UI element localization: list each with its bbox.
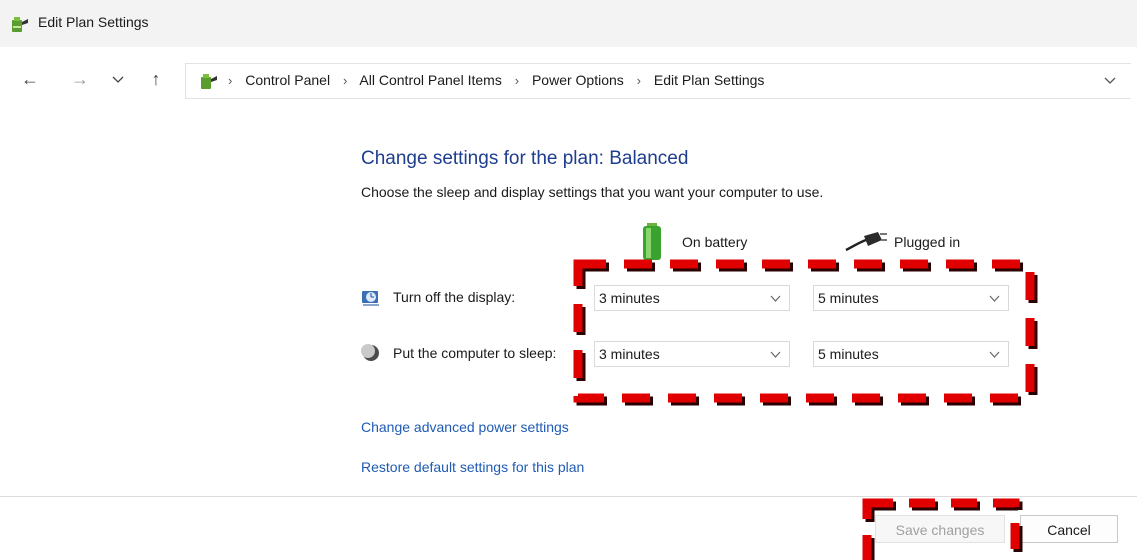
breadcrumb-control-panel[interactable]: Control Panel bbox=[245, 72, 330, 88]
title-bar: Edit Plan Settings bbox=[0, 0, 1137, 48]
back-arrow-icon[interactable]: ← bbox=[20, 69, 40, 89]
up-arrow-icon[interactable]: ↑ bbox=[146, 69, 166, 89]
breadcrumb-separator-icon: › bbox=[636, 73, 642, 88]
address-bar[interactable]: › Control Panel › All Control Panel Item… bbox=[185, 63, 1131, 99]
sleep-moon-icon bbox=[361, 344, 379, 361]
page-title: Change settings for the plan: Balanced bbox=[361, 148, 689, 169]
breadcrumb-power-options[interactable]: Power Options bbox=[532, 72, 624, 88]
save-highlight-dashed-box bbox=[862, 498, 1023, 560]
on-battery-header: On battery bbox=[682, 234, 748, 250]
forward-arrow-icon[interactable]: → bbox=[70, 69, 90, 89]
breadcrumb-edit-plan-settings[interactable]: Edit Plan Settings bbox=[654, 72, 765, 88]
breadcrumb-separator-icon: › bbox=[342, 73, 348, 88]
breadcrumb: › Control Panel › All Control Panel Item… bbox=[228, 72, 764, 88]
power-options-icon bbox=[12, 17, 28, 32]
sleep-label: Put the computer to sleep: bbox=[393, 345, 557, 361]
power-plug-icon bbox=[845, 232, 887, 252]
control-panel-icon bbox=[201, 74, 217, 89]
turn-off-display-label: Turn off the display: bbox=[393, 289, 516, 305]
display-icon bbox=[362, 291, 379, 306]
cancel-button[interactable]: Cancel bbox=[1020, 515, 1118, 543]
address-dropdown-chevron-icon[interactable] bbox=[1103, 73, 1117, 87]
window-title: Edit Plan Settings bbox=[38, 14, 149, 30]
plugged-in-header: Plugged in bbox=[894, 234, 961, 250]
breadcrumb-separator-icon: › bbox=[228, 73, 233, 88]
highlight-dashed-box bbox=[573, 259, 1038, 406]
restore-default-settings-link[interactable]: Restore default settings for this plan bbox=[361, 459, 584, 475]
page-description: Choose the sleep and display settings th… bbox=[361, 184, 824, 200]
navigation-toolbar: ← → ↑ › Control Panel › All Control Pane… bbox=[0, 47, 1137, 113]
breadcrumb-separator-icon: › bbox=[514, 73, 520, 88]
breadcrumb-all-items[interactable]: All Control Panel Items bbox=[359, 72, 501, 88]
recent-locations-chevron-icon[interactable] bbox=[112, 75, 124, 85]
change-advanced-power-settings-link[interactable]: Change advanced power settings bbox=[361, 419, 569, 435]
